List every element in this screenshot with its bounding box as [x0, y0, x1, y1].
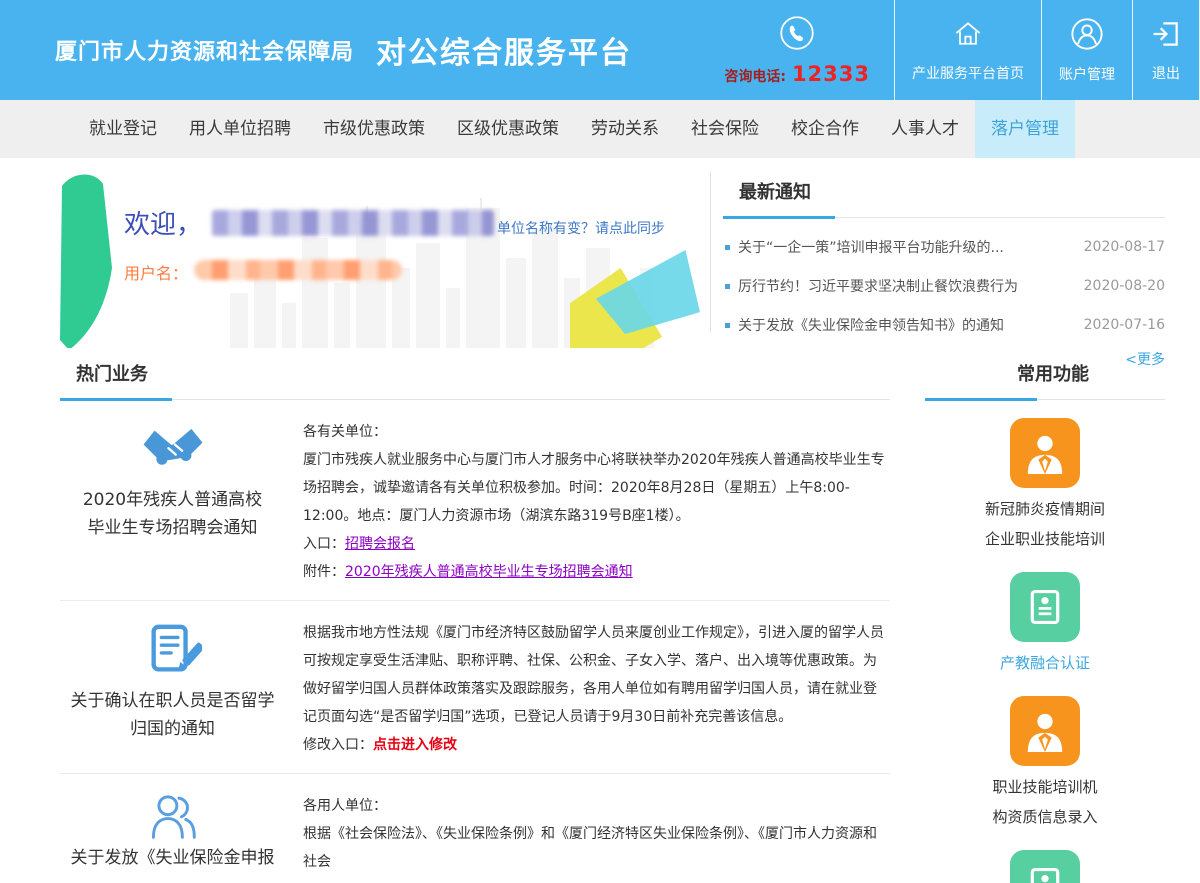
notice-date: 2020-08-17: [1084, 239, 1165, 255]
document-edit-icon: [60, 619, 285, 683]
hot-item-body: 各有关单位： 厦门市残疾人就业服务中心与厦门市人才服务中心将联袂举办2020年残…: [285, 418, 890, 586]
account-button[interactable]: 账户管理: [1041, 0, 1132, 100]
hot-item-body: 根据我市地方性法规《厦门市经济特区鼓励留学人员来厦创业工作规定》，引进入厦的留学…: [285, 619, 890, 759]
main-nav: 就业登记 用人单位招聘 市级优惠政策 区级优惠政策 劳动关系 社会保险 校企合作…: [0, 100, 1200, 158]
logout-icon: [1150, 18, 1182, 54]
nav-item-employment-register[interactable]: 就业登记: [73, 100, 173, 158]
hotline-label: 咨询电话:: [724, 66, 786, 86]
hot-business-section: 热门业务: [60, 360, 890, 883]
notice-text[interactable]: 关于发放《失业保险金申领告知书》的通知: [738, 315, 1070, 335]
people-icon: [60, 792, 285, 840]
modify-line: 修改入口：点击进入修改: [303, 731, 890, 759]
nav-item-labor-relations[interactable]: 劳动关系: [575, 100, 675, 158]
account-button-label: 账户管理: [1059, 64, 1115, 84]
hot-item-left: 关于确认在职人员是否留学 归国的通知: [60, 619, 285, 759]
username-label: 用户名：: [124, 260, 188, 284]
notice-item[interactable]: 厉行节约！习近平要求坚决制止餐饮浪费行为 2020-08-20: [723, 276, 1165, 296]
nav-item-social-insurance[interactable]: 社会保险: [675, 100, 775, 158]
quick-functions-title: 常用功能: [925, 360, 1165, 400]
hot-item-title: 关于确认在职人员是否留学 归国的通知: [65, 687, 281, 743]
body-text: 厦门市残疾人就业服务中心与厦门市人才服务中心将联袂举办2020年残疾人普通高校毕…: [303, 446, 890, 530]
user-icon: [1070, 17, 1104, 55]
id-card-icon: [1010, 572, 1080, 642]
quick-item-label: 新冠肺炎疫情期间 企业职业技能培训: [925, 494, 1165, 554]
attachment-link[interactable]: 2020年残疾人普通高校毕业生专场招聘会通知: [345, 564, 633, 580]
org-name: 厦门市人力资源和社会保障局: [55, 34, 354, 66]
quick-item-training-org-entry[interactable]: 职业技能培训机 构资质信息录入: [925, 696, 1165, 832]
modify-entry-link[interactable]: 点击进入修改: [373, 737, 457, 753]
salutation: 各有关单位：: [303, 418, 890, 446]
hotline-block: 咨询电话: 12333: [700, 0, 894, 100]
body-text: 根据《社会保险法》、《失业保险条例》和《厦门经济特区失业保险条例》、《厦门市人力…: [303, 820, 890, 876]
recruit-signup-link[interactable]: 招聘会报名: [345, 536, 415, 552]
page-content: 欢迎， 单位名称有变？请点此同步 用户名： 最新通知 关于“一企一策”培训申报平…: [0, 158, 1200, 883]
hot-business-item: 2020年残疾人普通高校 毕业生专场招聘会通知 各有关单位： 厦门市残疾人就业服…: [60, 400, 890, 601]
bullet-icon: [725, 245, 730, 250]
notice-date: 2020-08-20: [1084, 278, 1165, 294]
hotline-number: 12333: [792, 62, 870, 86]
quick-item-covid-training[interactable]: 新冠肺炎疫情期间 企业职业技能培训: [925, 418, 1165, 554]
attachment-line: 附件：2020年残疾人普通高校毕业生专场招聘会通知: [303, 558, 890, 586]
handshake-icon: [60, 418, 285, 482]
hot-item-title: 2020年残疾人普通高校 毕业生专场招聘会通知: [65, 486, 281, 542]
hot-business-item: 关于发放《失业保险金申报 各用人单位： 根据《社会保险法》、《失业保险条例》和《…: [60, 774, 890, 883]
hot-business-item: 关于确认在职人员是否留学 归国的通知 根据我市地方性法规《厦门市经济特区鼓励留学…: [60, 601, 890, 774]
notices-title: 最新通知: [723, 178, 1165, 218]
businessman-icon: [1010, 696, 1080, 766]
notice-item[interactable]: 关于发放《失业保险金申领告知书》的通知 2020-07-16: [723, 315, 1165, 335]
top-header: 厦门市人力资源和社会保障局 对公综合服务平台 咨询电话: 12333: [0, 0, 1200, 100]
hot-item-title: 关于发放《失业保险金申报: [65, 844, 281, 872]
phone-icon: [779, 15, 815, 55]
businessman-icon: [1010, 418, 1080, 488]
notice-text[interactable]: 关于“一企一策”培训申报平台功能升级的...: [738, 237, 1070, 257]
hot-item-body: 各用人单位： 根据《社会保险法》、《失业保险条例》和《厦门经济特区失业保险条例》…: [285, 792, 890, 876]
nav-item-hr-talent[interactable]: 人事人才: [875, 100, 975, 158]
green-blob-decoration: [60, 174, 112, 348]
nav-item-employer-recruit[interactable]: 用人单位招聘: [173, 100, 307, 158]
platform-name: 对公综合服务平台: [376, 28, 632, 72]
quick-item-label: 产教融合认证: [925, 648, 1165, 678]
quick-item-certification[interactable]: 产教融合认证: [925, 572, 1165, 678]
company-name-sync-link[interactable]: 单位名称有变？请点此同步: [497, 218, 665, 238]
latest-notices-section: 最新通知 关于“一企一策”培训申报平台功能升级的... 2020-08-17 厉…: [723, 178, 1165, 369]
notice-date: 2020-07-16: [1084, 317, 1165, 333]
notice-text[interactable]: 厉行节约！习近平要求坚决制止餐饮浪费行为: [738, 276, 1070, 296]
home-link[interactable]: 产业服务平台首页: [894, 0, 1041, 100]
hot-business-title: 热门业务: [60, 360, 890, 400]
hot-item-left: 2020年残疾人普通高校 毕业生专场招聘会通知: [60, 418, 285, 586]
welcome-label: 欢迎，: [124, 204, 202, 241]
bullet-icon: [725, 284, 730, 289]
nav-item-city-policy[interactable]: 市级优惠政策: [307, 100, 441, 158]
banner-notices-divider: [710, 172, 711, 332]
blurred-username: [194, 260, 402, 280]
quick-functions-section: 常用功能 新冠肺炎疫情期间 企业职业技能培训: [925, 360, 1165, 883]
quick-item-label: 职业技能培训机 构资质信息录入: [925, 772, 1165, 832]
nav-item-household-management[interactable]: 落户管理: [975, 100, 1075, 158]
body-text: 根据我市地方性法规《厦门市经济特区鼓励留学人员来厦创业工作规定》，引进入厦的留学…: [303, 619, 890, 731]
site-titles: 厦门市人力资源和社会保障局 对公综合服务平台: [55, 0, 700, 100]
id-card-icon: [1010, 850, 1080, 883]
header-actions: 咨询电话: 12333 产业服务平台首页 账户: [700, 0, 1200, 100]
blurred-company-name: [212, 210, 494, 236]
logout-button[interactable]: 退出: [1132, 0, 1200, 100]
hot-item-left: 关于发放《失业保险金申报: [60, 792, 285, 876]
welcome-banner: 欢迎， 单位名称有变？请点此同步 用户名：: [60, 172, 708, 348]
notice-item[interactable]: 关于“一企一策”培训申报平台功能升级的... 2020-08-17: [723, 237, 1165, 257]
salutation: 各用人单位：: [303, 792, 890, 820]
home-link-label: 产业服务平台首页: [912, 63, 1024, 83]
home-icon: [952, 18, 984, 54]
quick-item-clipped[interactable]: [925, 850, 1165, 883]
bullet-icon: [725, 323, 730, 328]
nav-item-district-policy[interactable]: 区级优惠政策: [441, 100, 575, 158]
nav-item-school-cooperation[interactable]: 校企合作: [775, 100, 875, 158]
logout-button-label: 退出: [1152, 63, 1180, 83]
entry-line: 入口：招聘会报名: [303, 530, 890, 558]
